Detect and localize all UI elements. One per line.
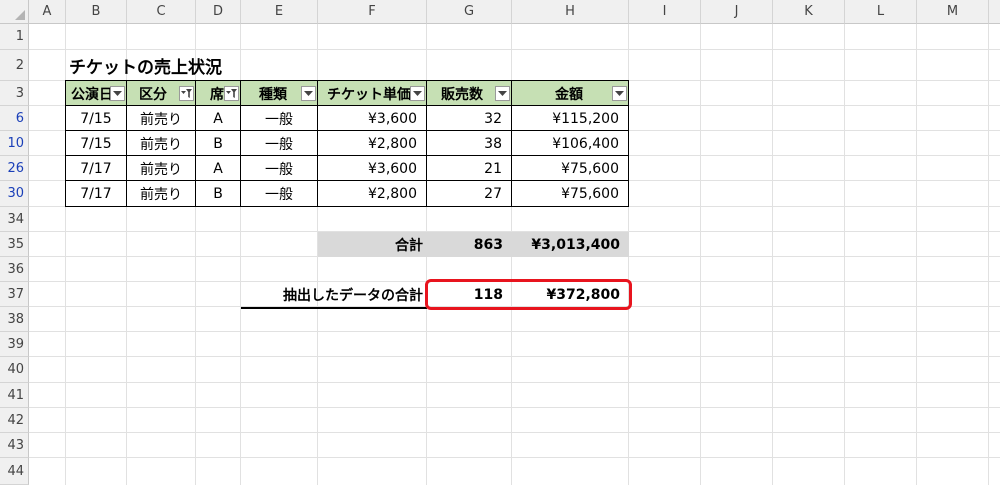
cell-date[interactable]: 7/17 bbox=[66, 156, 126, 181]
row-header-1[interactable]: 1 bbox=[0, 24, 29, 50]
row-header-38[interactable]: 38 bbox=[0, 307, 29, 332]
cell-category[interactable]: 前売り bbox=[127, 156, 195, 181]
cell-amount[interactable]: ¥115,200 bbox=[512, 106, 628, 131]
cell-seat[interactable]: B bbox=[196, 131, 240, 156]
row-header-42[interactable]: 42 bbox=[0, 408, 29, 433]
header-seat[interactable]: 席 bbox=[196, 81, 240, 106]
header-unit-price-label: チケット単価 bbox=[327, 86, 411, 103]
row-header-39[interactable]: 39 bbox=[0, 332, 29, 357]
row-header-40[interactable]: 40 bbox=[0, 357, 29, 383]
select-all-triangle-icon bbox=[15, 10, 25, 20]
row-header-44[interactable]: 44 bbox=[0, 458, 29, 485]
cell-type[interactable]: 一般 bbox=[241, 106, 317, 131]
column-header-a[interactable]: A bbox=[29, 0, 66, 24]
cell-unit-price[interactable]: ¥3,600 bbox=[318, 156, 426, 181]
column-header-e[interactable]: E bbox=[241, 0, 318, 24]
column-header-j[interactable]: J bbox=[701, 0, 773, 24]
filter-dropdown-icon[interactable] bbox=[612, 86, 627, 101]
cell-amount[interactable]: ¥75,600 bbox=[512, 156, 628, 181]
cell-sales-count[interactable]: 32 bbox=[427, 106, 511, 131]
header-category[interactable]: 区分 bbox=[127, 81, 195, 106]
header-category-label: 区分 bbox=[139, 86, 167, 103]
filter-dropdown-icon[interactable] bbox=[110, 86, 125, 101]
select-all-corner[interactable] bbox=[0, 0, 29, 24]
row-header-43[interactable]: 43 bbox=[0, 433, 29, 458]
total-amount[interactable]: ¥3,013,400 bbox=[512, 232, 629, 257]
row-header-41[interactable]: 41 bbox=[0, 383, 29, 408]
cell-seat[interactable]: A bbox=[196, 106, 240, 131]
cell-type[interactable]: 一般 bbox=[241, 156, 317, 181]
cell-date[interactable]: 7/17 bbox=[66, 181, 126, 207]
row-header-37[interactable]: 37 bbox=[0, 282, 29, 307]
column-header-next[interactable] bbox=[989, 0, 1000, 24]
highlight-box bbox=[425, 279, 632, 310]
column-header-m[interactable]: M bbox=[917, 0, 989, 24]
header-sales-count-label: 販売数 bbox=[441, 86, 483, 103]
row-header-6[interactable]: 6 bbox=[0, 106, 29, 131]
column-header-b[interactable]: B bbox=[66, 0, 127, 24]
filter-active-icon[interactable] bbox=[224, 86, 239, 101]
filter-active-icon[interactable] bbox=[179, 86, 194, 101]
sheet-title: チケットの売上状況 bbox=[69, 57, 222, 78]
cell-type[interactable]: 一般 bbox=[241, 131, 317, 156]
filter-dropdown-icon[interactable] bbox=[301, 86, 316, 101]
row-header-36[interactable]: 36 bbox=[0, 257, 29, 282]
filtered-total-underline bbox=[241, 307, 427, 309]
cell-unit-price[interactable]: ¥2,800 bbox=[318, 181, 426, 207]
total-count[interactable]: 863 bbox=[427, 232, 512, 257]
cell-amount[interactable]: ¥106,400 bbox=[512, 131, 628, 156]
column-header-c[interactable]: C bbox=[127, 0, 196, 24]
cell-sales-count[interactable]: 27 bbox=[427, 181, 511, 207]
column-header-h[interactable]: H bbox=[512, 0, 629, 24]
row-header-10[interactable]: 10 bbox=[0, 131, 29, 156]
cell-sales-count[interactable]: 38 bbox=[427, 131, 511, 156]
column-header-f[interactable]: F bbox=[318, 0, 427, 24]
cell-sales-count[interactable]: 21 bbox=[427, 156, 511, 181]
row-header-3[interactable]: 3 bbox=[0, 81, 29, 106]
cell-unit-price[interactable]: ¥3,600 bbox=[318, 106, 426, 131]
row-header-34[interactable]: 34 bbox=[0, 207, 29, 232]
column-header-i[interactable]: I bbox=[629, 0, 701, 24]
filter-dropdown-icon[interactable] bbox=[495, 86, 510, 101]
cell-type[interactable]: 一般 bbox=[241, 181, 317, 207]
header-type-label: 種類 bbox=[259, 86, 287, 103]
column-header-g[interactable]: G bbox=[427, 0, 512, 24]
cell-seat[interactable]: B bbox=[196, 181, 240, 207]
header-amount-label: 金額 bbox=[555, 86, 583, 103]
row-header-30[interactable]: 30 bbox=[0, 181, 29, 207]
row-header-35[interactable]: 35 bbox=[0, 232, 29, 257]
header-date[interactable]: 公演日 bbox=[66, 81, 126, 106]
header-sales-count[interactable]: 販売数 bbox=[427, 81, 511, 106]
cell-date[interactable]: 7/15 bbox=[66, 106, 126, 131]
filtered-total-label[interactable]: 抽出したデータの合計 bbox=[241, 282, 427, 307]
header-unit-price[interactable]: チケット単価 bbox=[318, 81, 426, 106]
cell-category[interactable]: 前売り bbox=[127, 131, 195, 156]
total-label[interactable]: 合計 bbox=[318, 232, 427, 257]
cell-unit-price[interactable]: ¥2,800 bbox=[318, 131, 426, 156]
column-header-k[interactable]: K bbox=[773, 0, 845, 24]
header-date-label: 公演日 bbox=[71, 86, 113, 103]
cell-seat[interactable]: A bbox=[196, 156, 240, 181]
cell-category[interactable]: 前売り bbox=[127, 181, 195, 207]
cell-category[interactable]: 前売り bbox=[127, 106, 195, 131]
column-header-d[interactable]: D bbox=[196, 0, 241, 24]
header-seat-label: 席 bbox=[210, 86, 224, 103]
cell-date[interactable]: 7/15 bbox=[66, 131, 126, 156]
row-header-2[interactable]: 2 bbox=[0, 50, 29, 81]
row-header-26[interactable]: 26 bbox=[0, 156, 29, 181]
filter-dropdown-icon[interactable] bbox=[410, 86, 425, 101]
header-amount[interactable]: 金額 bbox=[512, 81, 628, 106]
column-header-l[interactable]: L bbox=[845, 0, 917, 24]
header-type[interactable]: 種類 bbox=[241, 81, 317, 106]
cell-amount[interactable]: ¥75,600 bbox=[512, 181, 628, 207]
